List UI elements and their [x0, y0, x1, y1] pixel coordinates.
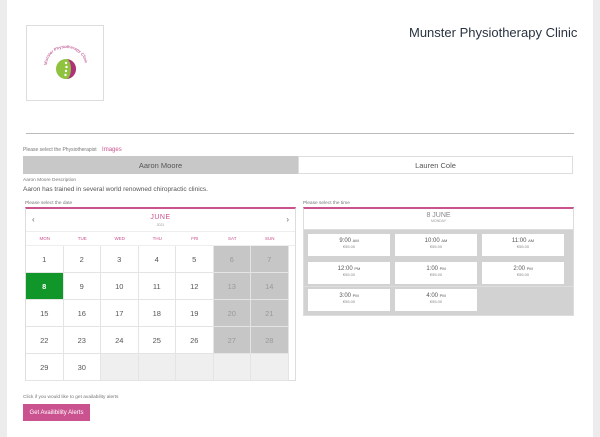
images-link[interactable]: Images: [102, 147, 122, 153]
calendar-day-unavailable: 14: [251, 273, 289, 300]
calendar-year: 2021: [156, 223, 165, 227]
therapist-tabs: Aaron Moore Lauren Cole: [23, 156, 573, 174]
slot-price: €55.00: [429, 299, 443, 304]
calendar-day-empty: [101, 354, 139, 381]
time-slots-panel: 8 JUNE MONDAY 9:00 AM €55.00 10:00 AM €5…: [303, 207, 574, 287]
weekday-label: WED: [114, 236, 126, 241]
date-select-label: Please select the date: [25, 201, 73, 206]
calendar-day-unavailable: 20: [213, 300, 251, 327]
slot-ampm: PM: [352, 293, 359, 298]
time-slots-panel-lower: 3:00 PM €55.00 4:00 PM €55.00: [303, 287, 574, 316]
time-slot[interactable]: 12:00 PM €55.00: [308, 262, 390, 284]
selected-weekday: MONDAY: [430, 219, 447, 223]
therapist-select-text: Please select the Physiotherapist: [23, 147, 97, 153]
slot-ampm: PM: [354, 266, 361, 271]
time-slot[interactable]: 11:00 AM €55.00: [482, 234, 564, 256]
slot-ampm: AM: [441, 238, 448, 243]
slot-price: €55.00: [516, 272, 530, 277]
calendar-day[interactable]: 19: [176, 300, 214, 327]
calendar-day-unavailable: 6: [213, 246, 251, 273]
slot-ampm: AM: [528, 238, 535, 243]
weekday-label: SUN: [264, 236, 275, 241]
weekday-label: FRI: [191, 236, 199, 241]
slot-ampm: PM: [526, 266, 533, 271]
calendar-day-empty: [138, 354, 176, 381]
alerts-label: Click if you would like to get availabil…: [23, 395, 119, 400]
get-alerts-button[interactable]: Get Availibility Alerts: [23, 404, 90, 421]
slot-price: €55.00: [429, 272, 443, 277]
calendar-day-unavailable: 27: [213, 327, 251, 354]
calendar-day[interactable]: 4: [138, 246, 176, 273]
logo-icon: Munster Physiotherapy Clinic: [43, 44, 89, 79]
slot-ampm: AM: [352, 238, 359, 243]
calendar-day[interactable]: 16: [63, 300, 101, 327]
time-slot[interactable]: 9:00 AM €55.00: [308, 234, 390, 256]
calendar-month: JUNE: [150, 214, 171, 221]
weekday-label: SAT: [228, 236, 237, 241]
time-slot[interactable]: 1:00 PM €55.00: [395, 262, 477, 284]
calendar-day[interactable]: 30: [63, 354, 101, 381]
time-slot[interactable]: 2:00 PM €55.00: [482, 262, 564, 284]
calendar-day[interactable]: 17: [101, 300, 139, 327]
calendar-day[interactable]: 5: [176, 246, 214, 273]
calendar-day[interactable]: 15: [26, 300, 64, 327]
weekday-label: MON: [39, 236, 51, 241]
next-month-button[interactable]: ›: [286, 215, 289, 224]
time-slot[interactable]: 3:00 PM €55.00: [308, 289, 390, 311]
calendar-day-unavailable: 21: [251, 300, 289, 327]
therapist-select-label: Please select the Physiotherapist Images: [23, 147, 122, 153]
calendar-day-empty: [213, 354, 251, 381]
slot-price: €55.00: [516, 244, 530, 249]
tab-aaron-moore[interactable]: Aaron Moore: [23, 156, 298, 174]
calendar-day[interactable]: 9: [63, 273, 101, 300]
calendar-day[interactable]: 12: [176, 273, 214, 300]
calendar-day-unavailable: 7: [251, 246, 289, 273]
calendar-day[interactable]: 23: [63, 327, 101, 354]
slot-ampm: PM: [439, 266, 446, 271]
time-select-label: Please select the time: [303, 201, 350, 206]
calendar-day-empty: [251, 354, 289, 381]
slot-price: €55.00: [342, 272, 356, 277]
calendar-day[interactable]: 29: [26, 354, 64, 381]
time-slot[interactable]: 10:00 AM €55.00: [395, 234, 477, 256]
selected-date: 8 JUNE: [426, 212, 451, 219]
weekday-label: THU: [152, 236, 162, 241]
clinic-logo: Munster Physiotherapy Clinic: [26, 25, 104, 101]
slot-ampm: PM: [439, 293, 446, 298]
calendar-day[interactable]: 10: [101, 273, 139, 300]
calendar-day[interactable]: 11: [138, 273, 176, 300]
slot-price: €55.00: [342, 299, 356, 304]
clinic-title: Munster Physiotherapy Clinic: [409, 25, 578, 40]
divider: [26, 133, 574, 134]
slot-price: €55.00: [342, 244, 356, 249]
time-slots-header: 8 JUNE MONDAY: [304, 209, 573, 230]
therapist-description: Aaron has trained in several world renow…: [23, 186, 208, 193]
description-label: Aaron Moore Description: [23, 178, 77, 183]
calendar-day[interactable]: 2: [63, 246, 101, 273]
time-slot[interactable]: 4:00 PM €55.00: [395, 289, 477, 311]
calendar-header: ‹ JUNE 2021 ›: [26, 209, 295, 232]
calendar-day[interactable]: 26: [176, 327, 214, 354]
booking-page: Munster Physiotherapy Clinic Munster Phy…: [7, 0, 593, 437]
calendar-day[interactable]: 24: [101, 327, 139, 354]
tab-lauren-cole[interactable]: Lauren Cole: [298, 156, 573, 174]
calendar-day[interactable]: 1: [26, 246, 64, 273]
calendar-day[interactable]: 18: [138, 300, 176, 327]
calendar-day[interactable]: 25: [138, 327, 176, 354]
calendar-day[interactable]: 3: [101, 246, 139, 273]
date-calendar: ‹ JUNE 2021 › MON TUE WED THU FRI SAT SU…: [25, 207, 296, 381]
calendar-day-unavailable: 28: [251, 327, 289, 354]
calendar-day[interactable]: 22: [26, 327, 64, 354]
calendar-day-empty: [176, 354, 214, 381]
calendar-day-unavailable: 13: [213, 273, 251, 300]
calendar-days: 1 2 3 4 5 6 7 8 9 10 11 12 13 14 15 16 1…: [26, 246, 295, 381]
weekday-header: MON TUE WED THU FRI SAT SUN: [26, 232, 295, 246]
slot-price: €55.00: [429, 244, 443, 249]
weekday-label: TUE: [77, 236, 87, 241]
calendar-day-selected[interactable]: 8: [26, 273, 64, 300]
